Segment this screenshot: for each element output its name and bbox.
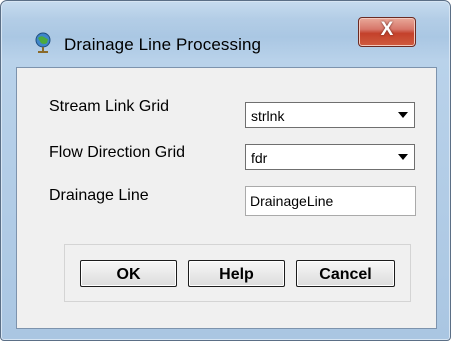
stream-link-grid-value: strlnk [251, 108, 285, 124]
ok-button[interactable]: OK [80, 260, 177, 287]
window-title: Drainage Line Processing [64, 35, 262, 54]
flow-direction-grid-select[interactable]: fdr [245, 144, 415, 170]
chevron-down-icon[interactable] [398, 154, 408, 160]
stream-link-grid-select[interactable]: strlnk [245, 102, 415, 128]
globe-pin-icon [33, 31, 53, 53]
stream-link-grid-label: Stream Link Grid [49, 98, 170, 115]
flow-direction-grid-label: Flow Direction Grid [49, 144, 186, 161]
drainage-line-field[interactable] [245, 186, 416, 216]
button-group: OK Help Cancel [64, 244, 411, 302]
drainage-line-input[interactable] [250, 193, 410, 209]
flow-direction-grid-value: fdr [251, 150, 268, 166]
chevron-down-icon[interactable] [398, 112, 408, 118]
cancel-button[interactable]: Cancel [296, 260, 395, 287]
help-button[interactable]: Help [188, 260, 285, 287]
close-icon: X [380, 19, 394, 40]
dialog-content: Stream Link Grid strlnk Flow Direction G… [16, 67, 437, 329]
close-button[interactable]: X [358, 17, 416, 47]
dialog-window: Drainage Line Processing X Stream Link G… [0, 0, 451, 341]
title-bar[interactable]: Drainage Line Processing X [1, 1, 450, 67]
drainage-line-label: Drainage Line [49, 187, 149, 204]
